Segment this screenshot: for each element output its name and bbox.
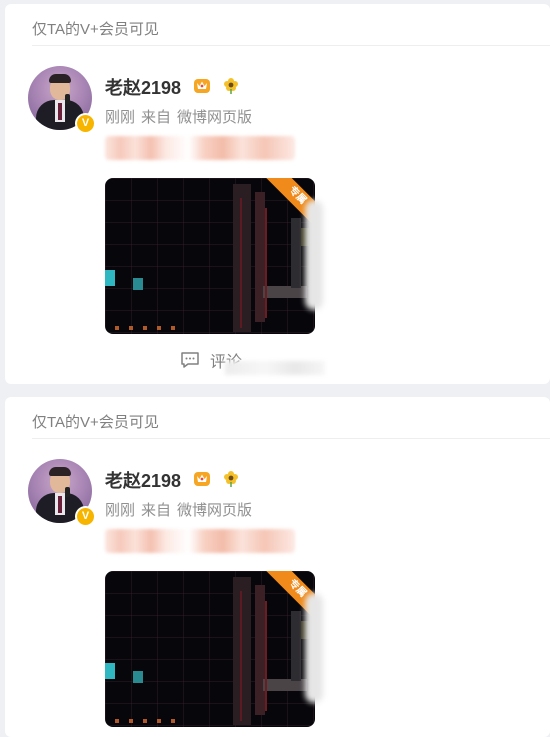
flower-icon[interactable] bbox=[222, 469, 240, 487]
post-time[interactable]: 刚刚 bbox=[105, 502, 135, 519]
avatar[interactable]: V bbox=[28, 459, 96, 527]
verified-v-icon: V bbox=[75, 506, 96, 527]
post-source[interactable]: 微博网页版 bbox=[177, 109, 252, 126]
post-source[interactable]: 微博网页版 bbox=[177, 502, 252, 519]
flower-icon[interactable] bbox=[222, 76, 240, 94]
divider bbox=[32, 438, 550, 439]
locked-image-thumbnail[interactable]: 专属 bbox=[105, 178, 315, 334]
member-crown-icon[interactable] bbox=[193, 76, 211, 94]
stacked-image-indicator bbox=[305, 200, 323, 310]
username[interactable]: 老赵2198 bbox=[105, 467, 181, 493]
post-time[interactable]: 刚刚 bbox=[105, 109, 135, 126]
divider bbox=[32, 45, 550, 46]
post-card: 仅TA的V+会员可见 V 老赵2198 刚刚 来自 微博网页版 专属 bbox=[5, 4, 550, 384]
source-prefix: 来自 bbox=[141, 109, 172, 126]
visibility-label: 仅TA的V+会员可见 bbox=[32, 21, 159, 38]
visibility-label: 仅TA的V+会员可见 bbox=[32, 414, 159, 431]
username[interactable]: 老赵2198 bbox=[105, 74, 181, 100]
blurred-overlay bbox=[225, 361, 325, 375]
verified-v-icon: V bbox=[75, 113, 96, 134]
post-card: 仅TA的V+会员可见 V 老赵2198 刚刚 来自 微博网页版 专属 bbox=[5, 397, 550, 737]
post-meta: 刚刚 来自 微博网页版 bbox=[105, 106, 258, 127]
post-meta: 刚刚 来自 微博网页版 bbox=[105, 499, 258, 520]
blurred-post-text bbox=[105, 136, 295, 160]
stacked-image-indicator bbox=[305, 593, 323, 703]
comment-icon bbox=[181, 352, 199, 368]
member-crown-icon[interactable] bbox=[193, 469, 211, 487]
locked-image-thumbnail[interactable]: 专属 bbox=[105, 571, 315, 727]
avatar[interactable]: V bbox=[28, 66, 96, 134]
blurred-post-text bbox=[105, 529, 295, 553]
source-prefix: 来自 bbox=[141, 502, 172, 519]
